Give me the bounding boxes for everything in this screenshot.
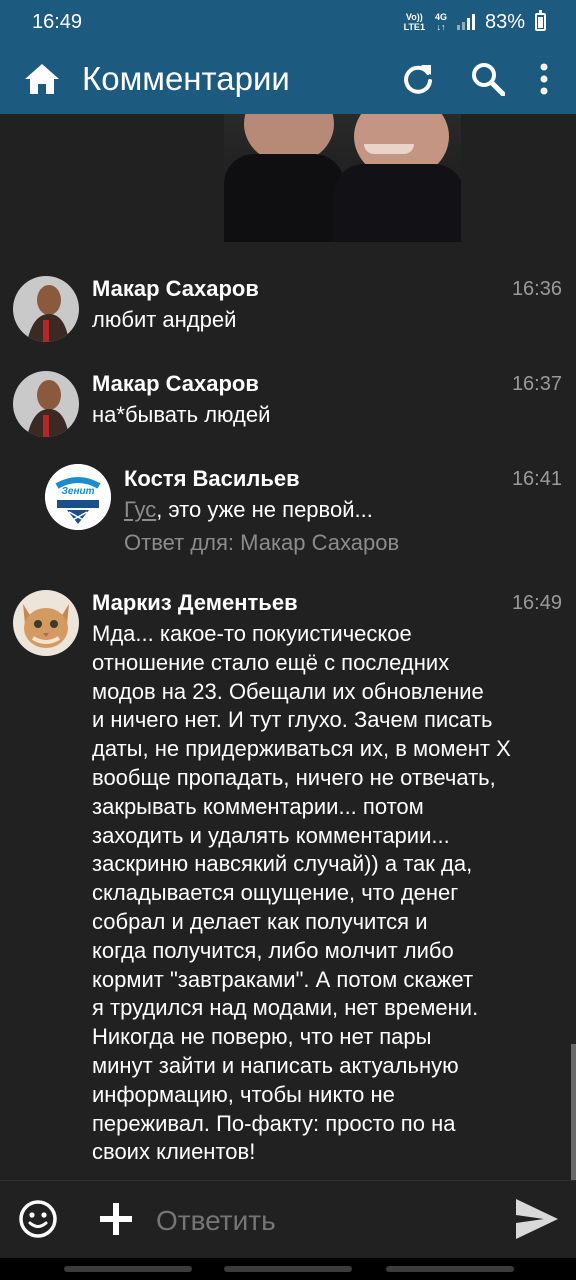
volte-indicator: Vo)) LTE1: [404, 12, 425, 32]
reply-to-link[interactable]: Ответ для: Макар Сахаров: [124, 530, 399, 556]
attached-photo[interactable]: [224, 114, 461, 242]
comment-author[interactable]: Макар Сахаров: [92, 371, 259, 397]
status-indicators: Vo)) LTE1 4G ↓↑ 83%: [404, 10, 546, 34]
battery-percent: 83%: [484, 10, 525, 33]
avatar[interactable]: Зенит: [45, 464, 111, 530]
comment-text-body: , это уже не первой...: [156, 497, 373, 522]
comments-list[interactable]: Макар Сахаров 16:36 любит андрей Макар С…: [0, 114, 576, 1180]
comment-text: Мда... какое-то покуистическое отношение…: [92, 620, 572, 1167]
avatar-logo-text: Зенит: [61, 486, 94, 497]
page-title: Комментарии: [82, 60, 290, 97]
emoji-icon[interactable]: [18, 1199, 58, 1239]
comment-line: Никогда не поверю, что нет пары: [92, 1024, 432, 1050]
scrollbar[interactable]: [571, 1044, 576, 1180]
comment-line: складывается ощущение, что денег: [92, 880, 459, 906]
add-icon[interactable]: [98, 1201, 134, 1237]
mention-link[interactable]: Гус: [124, 497, 156, 522]
send-icon[interactable]: [514, 1197, 560, 1241]
network-label: 4G: [434, 12, 447, 22]
home-icon[interactable]: [22, 59, 62, 99]
comment-line: отношение стало ещё с последних: [92, 649, 450, 675]
comment-time: 16:36: [511, 278, 562, 300]
signal-icon: [456, 14, 475, 30]
comment-line: собрал и делает как получится и: [92, 908, 428, 934]
app-bar: Комментарии: [0, 44, 576, 114]
comment-line: модов на 23. Обещали их обновление: [92, 678, 484, 704]
avatar[interactable]: [13, 276, 79, 342]
comment-line: и ничего нет. И тут глухо. Зачем писать: [92, 707, 493, 733]
comment-text: на*бывать людей: [92, 402, 271, 427]
comment-time: 16:37: [511, 373, 562, 395]
nav-pill-left[interactable]: [64, 1266, 192, 1272]
lte-label: LTE1: [403, 22, 425, 32]
avatar[interactable]: [13, 371, 79, 437]
more-vert-icon[interactable]: [532, 59, 556, 99]
data-arrows-icon: ↓↑: [436, 22, 446, 32]
comment-line: кормит "завтраками". А потом скажет: [92, 966, 474, 992]
compose-bar: [0, 1180, 576, 1258]
comment-line: вообще пропадать, ничего не отвечать,: [92, 764, 496, 790]
status-bar: 16:49 Vo)) LTE1 4G ↓↑ 83%: [0, 0, 576, 44]
comment-item[interactable]: Макар Сахаров 16:37 на*бывать людей: [0, 369, 576, 459]
comment-time: 16:41: [511, 468, 562, 490]
comment-item[interactable]: Маркиз Дементьев 16:49 Мда... какое-то п…: [0, 588, 576, 1178]
comment-line: заскриню навсякий случай)) а так да,: [92, 851, 473, 877]
comment-item[interactable]: Макар Сахаров 16:36 любит андрей: [0, 274, 576, 364]
comment-line: я трудился над модами, нет времени.: [92, 995, 479, 1021]
comment-line: даты, не придерживаться их, в момент Х: [92, 736, 511, 762]
comment-text: любит андрей: [92, 307, 237, 332]
avatar[interactable]: [13, 590, 79, 656]
comment-line: Мда... какое-то покуистическое: [92, 621, 412, 646]
comment-line: своих клиентов!: [92, 1139, 256, 1165]
refresh-icon[interactable]: [398, 59, 438, 99]
volte-label: Vo)): [405, 12, 423, 22]
nav-pill-center[interactable]: [224, 1266, 352, 1272]
comment-line: заходить и удалять комментарии...: [92, 822, 450, 848]
network-indicator: 4G ↓↑: [435, 12, 447, 32]
comment-author[interactable]: Костя Васильев: [124, 466, 300, 492]
status-time: 16:49: [32, 10, 83, 33]
reply-input[interactable]: [156, 1201, 486, 1241]
search-icon[interactable]: [468, 59, 508, 99]
battery-icon: [535, 10, 546, 31]
comment-time: 16:49: [511, 592, 562, 614]
comment-line: минут зайти и написать актуальную: [92, 1052, 459, 1078]
comment-line: информацию, чтобы никто не: [92, 1081, 395, 1107]
navigation-bar: [0, 1258, 576, 1280]
comment-text: Гус, это уже не первой...: [124, 496, 373, 525]
nav-pill-right[interactable]: [386, 1266, 514, 1272]
comment-line: когда получится, либо молчит либо: [92, 937, 454, 963]
comment-line: переживал. По-факту: просто по на: [92, 1110, 456, 1136]
comment-author[interactable]: Маркиз Дементьев: [92, 590, 298, 616]
comment-line: закрывать комментарии... потом: [92, 793, 424, 819]
reply-comment-item[interactable]: Зенит Костя Васильев 16:41 Гус, это уже …: [0, 464, 576, 574]
comment-author[interactable]: Макар Сахаров: [92, 276, 259, 302]
